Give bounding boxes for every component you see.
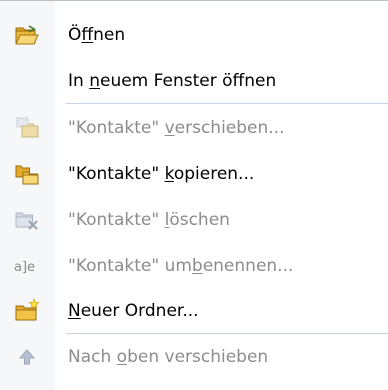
menu-item-loeschen[interactable]: "Kontakte" löschen (0, 197, 388, 243)
menu-item-in-neuem-fenster-oeffnen[interactable]: In neuem Fenster öffnen (0, 58, 388, 104)
menu-item-label: Öffnen (68, 25, 126, 45)
menu-item-kopieren[interactable]: "Kontakte" kopieren... (0, 151, 388, 197)
rename-icon-glyph: a]e (14, 260, 35, 275)
folder-context-menu: Öffnen In neuem Fenster öffnen "Kontakte… (0, 0, 388, 390)
menu-item-umbenennen[interactable]: a]e "Kontakte" umbenennen... (0, 243, 388, 289)
menu-item-label: In neuem Fenster öffnen (68, 71, 277, 91)
menu-item-label: Nach oben verschieben (68, 347, 269, 367)
move-up-icon (14, 344, 40, 370)
delete-folder-icon (14, 207, 40, 233)
menu-separator (66, 103, 388, 104)
menu-item-verschieben[interactable]: "Kontakte" verschieben... (0, 105, 388, 151)
rename-icon: a]e (14, 253, 40, 279)
menu-item-oeffnen[interactable]: Öffnen (0, 12, 388, 58)
menu-item-label: "Kontakte" umbenennen... (68, 256, 294, 276)
copy-folder-icon (14, 161, 40, 187)
menu-item-neuer-ordner[interactable]: Neuer Ordner... (0, 288, 388, 334)
move-folder-icon (14, 115, 40, 141)
menu-item-label: "Kontakte" löschen (68, 210, 230, 230)
menu-item-nach-oben-verschieben[interactable]: Nach oben verschieben (0, 334, 388, 380)
menu-item-label: "Kontakte" kopieren... (68, 164, 255, 184)
open-folder-icon (14, 22, 40, 48)
menu-top-border (0, 0, 388, 1)
new-folder-icon (14, 298, 40, 324)
menu-item-label: Neuer Ordner... (68, 301, 199, 321)
menu-item-label: "Kontakte" verschieben... (68, 118, 285, 138)
